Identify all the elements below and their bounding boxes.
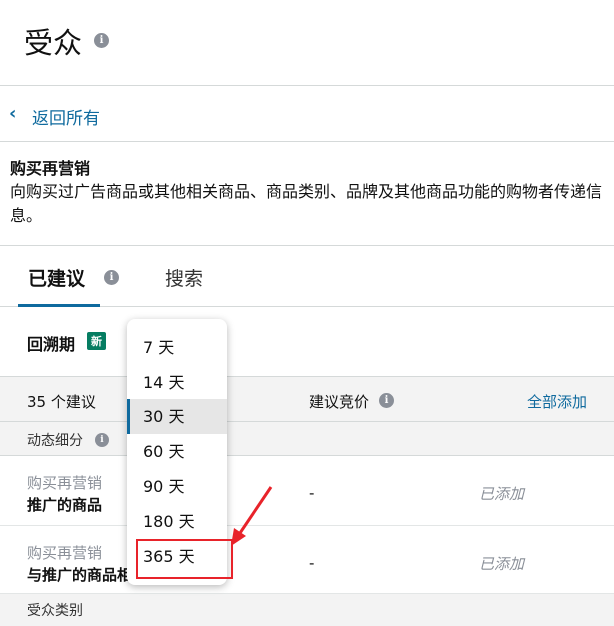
back-to-all-link[interactable]: 返回所有 [32, 104, 100, 129]
description-title: 购买再营销 [10, 159, 91, 178]
info-icon[interactable]: i [94, 33, 109, 48]
option-14-days[interactable]: 14 天 [127, 365, 227, 400]
info-icon[interactable]: i [95, 433, 109, 447]
page-title: 受众 [24, 26, 83, 60]
section-label: 动态细分 [27, 433, 83, 449]
info-icon[interactable]: i [104, 270, 119, 285]
row-bid: - [309, 484, 315, 502]
table-header: 35 个建议 建议竞价 i 全部添加 [0, 376, 614, 422]
tab-search[interactable]: 搜索 [165, 264, 203, 291]
page-header: 受众 i [0, 0, 614, 86]
option-60-days[interactable]: 60 天 [127, 434, 227, 469]
tab-bar: 已建议 i 搜索 [0, 246, 614, 307]
suggested-bid-header: 建议竞价 [309, 393, 370, 411]
option-90-days[interactable]: 90 天 [127, 469, 227, 504]
row-name: 推广的商品 [27, 496, 103, 514]
option-7-days[interactable]: 7 天 [127, 330, 227, 365]
row-category: 购买再营销 [27, 474, 103, 492]
add-all-button[interactable]: 全部添加 [527, 391, 587, 412]
audience-category-header: 受众类别 [0, 594, 614, 626]
row-status: 已添加 [479, 485, 525, 503]
chevron-left-icon[interactable]: ‹ [9, 103, 16, 124]
row-name: 与推广的商品相 [27, 566, 133, 584]
row-category: 购买再营销 [27, 544, 103, 562]
tab-suggested-label: 已建议 [28, 268, 86, 290]
option-30-days[interactable]: 30 天 [127, 399, 227, 434]
table-row: 购买再营销 推广的商品 - 已添加 [0, 456, 614, 526]
annotation-arrow-icon [231, 486, 273, 546]
info-icon[interactable]: i [379, 393, 394, 408]
back-row: ‹ 返回所有 [0, 86, 614, 142]
dynamic-segment-header: 动态细分 i [0, 422, 614, 456]
annotation-highlight-box [136, 539, 233, 579]
option-180-days[interactable]: 180 天 [127, 504, 227, 539]
tab-suggested[interactable]: 已建议 [18, 246, 100, 307]
row-bid: - [309, 554, 315, 572]
section-label: 受众类别 [27, 603, 83, 619]
lookback-label: 回溯期 [27, 335, 76, 354]
suggestion-count: 35 个建议 [27, 393, 96, 411]
new-badge: 新 [87, 332, 106, 350]
audience-description: 购买再营销 向购买过广告商品或其他相关商品、商品类别、品牌及其他商品功能的购物者… [0, 142, 614, 246]
table-row: 购买再营销 与推广的商品相 - 已添加 [0, 526, 614, 594]
description-text: 向购买过广告商品或其他相关商品、商品类别、品牌及其他商品功能的购物者传递信息。 [10, 182, 603, 225]
row-status: 已添加 [479, 555, 525, 573]
